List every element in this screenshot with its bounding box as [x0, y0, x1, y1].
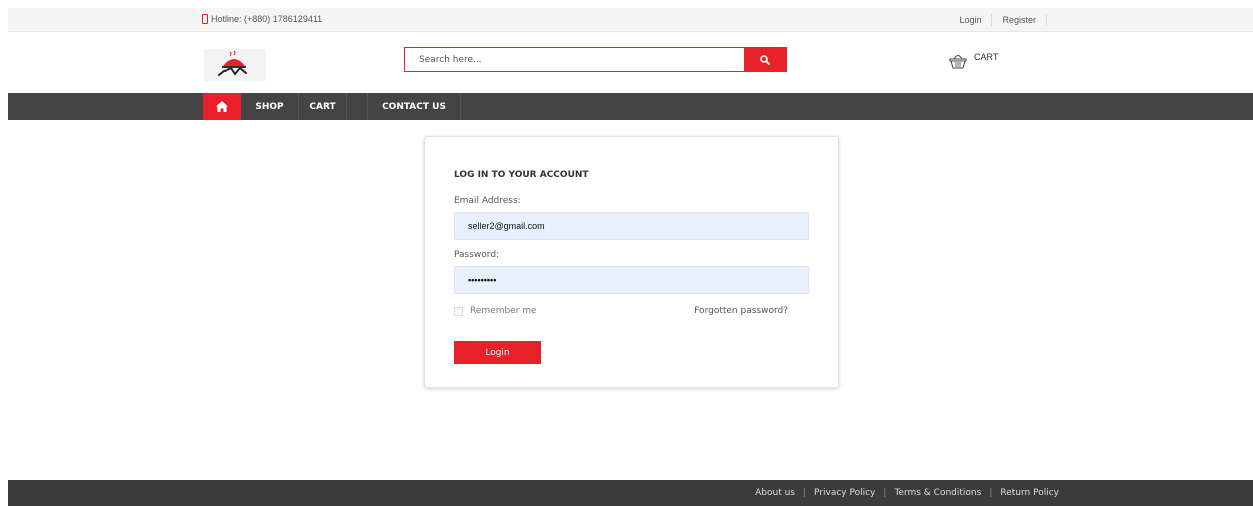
remember-label: Remember me [470, 306, 537, 316]
login-button[interactable]: Login [454, 341, 541, 364]
divider [991, 14, 993, 26]
footer: About us | Privacy Policy | Terms & Cond… [8, 480, 1253, 506]
divider: | [883, 488, 887, 498]
top-bar: Hotline: (+880) 1786129411 Login Registe… [8, 8, 1253, 32]
nav-cart[interactable]: CART [299, 93, 347, 120]
phone-icon [202, 14, 208, 24]
site-logo[interactable] [204, 49, 266, 81]
login-link[interactable]: Login [959, 15, 981, 25]
cart-label: CART [974, 52, 999, 62]
password-field[interactable]: ••••••••• [454, 266, 809, 294]
remember-me: Remember me [454, 306, 537, 316]
search-button[interactable] [744, 48, 786, 71]
divider: | [803, 488, 807, 498]
nav-shop[interactable]: SHOP [241, 93, 299, 120]
main-nav: SHOP CART CONTACT US [8, 93, 1253, 120]
header: CART [8, 32, 1253, 94]
footer-link-terms[interactable]: Terms & Conditions [894, 488, 981, 498]
nav-contact-us[interactable]: CONTACT US [367, 93, 461, 120]
home-icon [216, 101, 228, 112]
email-label: Email Address: [454, 196, 521, 206]
footer-links: About us | Privacy Policy | Terms & Cond… [755, 480, 1059, 506]
hotline-text: Hotline: (+880) 1786129411 [211, 14, 323, 24]
header-cart[interactable]: CART [948, 50, 998, 70]
email-field[interactable]: seller2@gmail.com [454, 212, 809, 240]
nav-home[interactable] [203, 93, 241, 120]
remember-checkbox[interactable] [454, 306, 463, 316]
register-link[interactable]: Register [1002, 15, 1036, 25]
login-title: LOG IN TO YOUR ACCOUNT [454, 170, 589, 180]
login-card: LOG IN TO YOUR ACCOUNT Email Address: se… [424, 136, 839, 388]
footer-link-about[interactable]: About us [755, 488, 795, 498]
divider [1046, 14, 1047, 26]
divider: | [989, 488, 993, 498]
footer-link-privacy[interactable]: Privacy Policy [814, 488, 875, 498]
search-input[interactable] [405, 48, 745, 71]
account-links: Login Register [959, 14, 1057, 26]
hotline: Hotline: (+880) 1786129411 [202, 14, 322, 24]
forgot-password-link[interactable]: Forgotten password? [694, 306, 788, 316]
footer-link-return[interactable]: Return Policy [1000, 488, 1059, 498]
basket-icon [949, 55, 967, 69]
password-label: Password: [454, 250, 500, 260]
cloche-logo-icon [218, 50, 247, 76]
page: Hotline: (+880) 1786129411 Login Registe… [8, 8, 1253, 506]
search-bar [404, 47, 787, 72]
search-icon [760, 54, 770, 65]
